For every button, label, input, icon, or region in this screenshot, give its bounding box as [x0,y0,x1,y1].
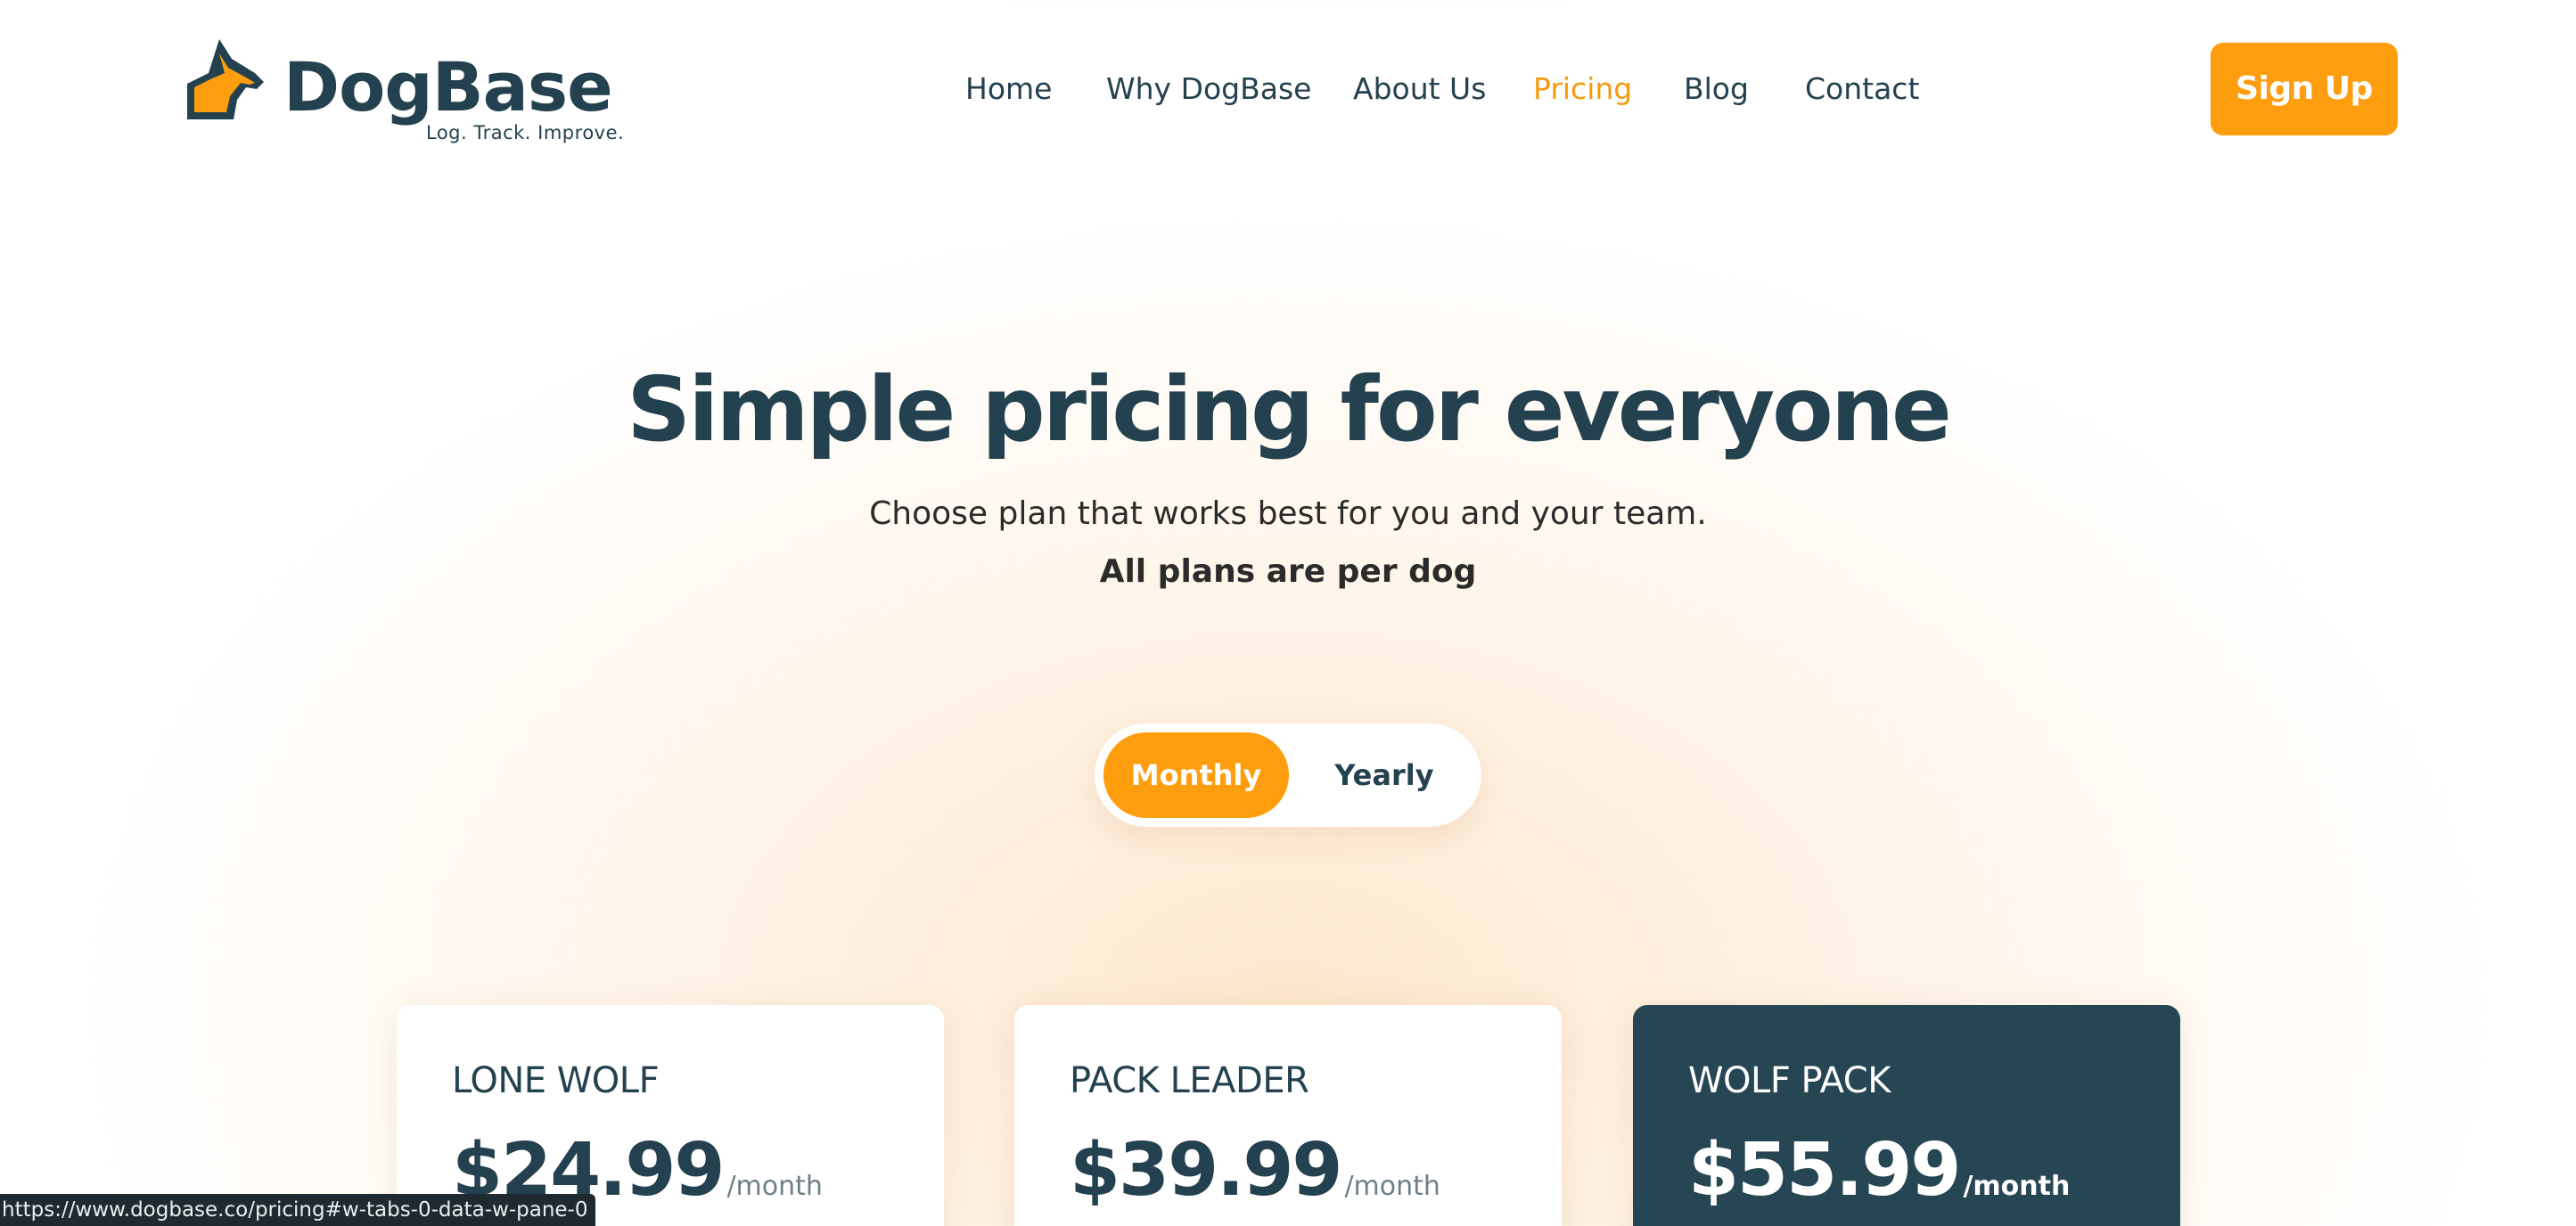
price-period: /month [1963,1171,2071,1202]
brand-tagline: Log. Track. Improve. [426,122,625,143]
price-period: /month [726,1171,823,1202]
plan-card-lone-wolf: LONE WOLF $24.99/month [397,1005,944,1226]
page-subtitle: Choose plan that works best for you and … [869,495,1707,532]
nav-item-why-dogbase[interactable]: Why DogBase [1106,62,1311,116]
main-nav: Home Why DogBase About Us Pricing Blog C… [0,62,2576,116]
plan-price: $55.99/month [1688,1128,2070,1213]
nav-item-about-us[interactable]: About Us [1353,62,1486,116]
plan-card-wolf-pack: WOLF PACK $55.99/month [1633,1005,2180,1226]
price-amount: $55.99 [1688,1128,1961,1213]
link-preview-statusbar: https://www.dogbase.co/pricing#w-tabs-0-… [0,1194,595,1226]
price-period: /month [1344,1171,1440,1202]
plan-price: $39.99/month [1070,1128,1440,1213]
tab-yearly[interactable]: Yearly [1292,732,1476,818]
nav-item-blog[interactable]: Blog [1684,62,1749,116]
plan-name: WOLF PACK [1688,1060,1891,1101]
page-title: Simple pricing for everyone [627,357,1952,462]
price-amount: $39.99 [1070,1128,1342,1213]
plan-name: PACK LEADER [1070,1060,1309,1101]
nav-item-contact[interactable]: Contact [1805,62,1919,116]
billing-period-toggle: Monthly Yearly [1095,723,1481,827]
sign-up-button[interactable]: Sign Up [2211,43,2398,135]
nav-item-pricing[interactable]: Pricing [1533,62,1632,116]
plan-name: LONE WOLF [452,1060,660,1101]
pricing-note: All plans are per dog [1099,553,1477,590]
tab-monthly[interactable]: Monthly [1103,732,1289,818]
nav-item-home[interactable]: Home [965,62,1052,116]
plan-card-pack-leader: PACK LEADER $39.99/month [1014,1005,1562,1226]
